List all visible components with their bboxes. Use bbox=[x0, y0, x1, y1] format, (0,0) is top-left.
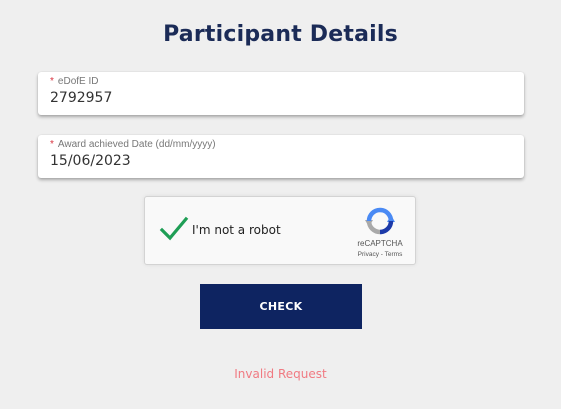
recaptcha-logo-icon bbox=[365, 207, 395, 235]
edofe-id-field[interactable]: * eDofE ID bbox=[38, 72, 524, 115]
edofe-id-label: * eDofE ID bbox=[50, 76, 98, 87]
required-marker: * bbox=[50, 76, 54, 87]
recaptcha-brand: reCAPTCHA bbox=[357, 239, 403, 248]
award-date-label: * Award achieved Date (dd/mm/yyyy) bbox=[50, 139, 216, 150]
required-marker: * bbox=[50, 139, 54, 150]
recaptcha-links[interactable]: Privacy - Terms bbox=[345, 251, 415, 258]
checkmark-icon[interactable] bbox=[159, 215, 189, 243]
award-date-label-text: Award achieved Date (dd/mm/yyyy) bbox=[57, 139, 216, 150]
award-date-input[interactable] bbox=[50, 153, 510, 169]
award-date-field[interactable]: * Award achieved Date (dd/mm/yyyy) bbox=[38, 135, 524, 178]
edofe-id-input[interactable] bbox=[50, 90, 510, 106]
page-title: Participant Details bbox=[163, 22, 398, 47]
error-message: Invalid Request bbox=[234, 367, 327, 381]
recaptcha-widget: I'm not a robot reCAPTCHA Privacy - Term… bbox=[144, 196, 416, 265]
edofe-id-label-text: eDofE ID bbox=[57, 76, 99, 87]
captcha-label: I'm not a robot bbox=[192, 223, 281, 237]
check-button[interactable]: CHECK bbox=[200, 284, 362, 329]
